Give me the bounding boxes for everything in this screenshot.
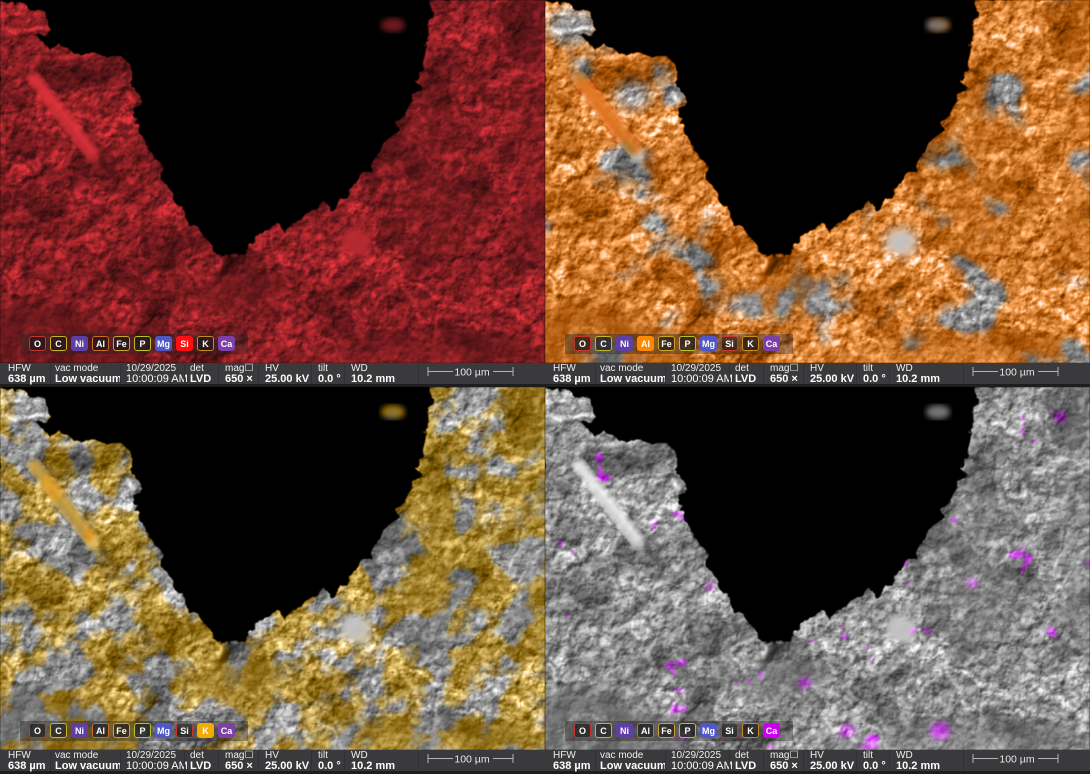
svg-text:100 µm: 100 µm xyxy=(999,754,1034,766)
svg-text:100 µm: 100 µm xyxy=(454,754,489,766)
svg-text:100 µm: 100 µm xyxy=(454,367,489,379)
svg-text:100 µm: 100 µm xyxy=(999,367,1034,379)
